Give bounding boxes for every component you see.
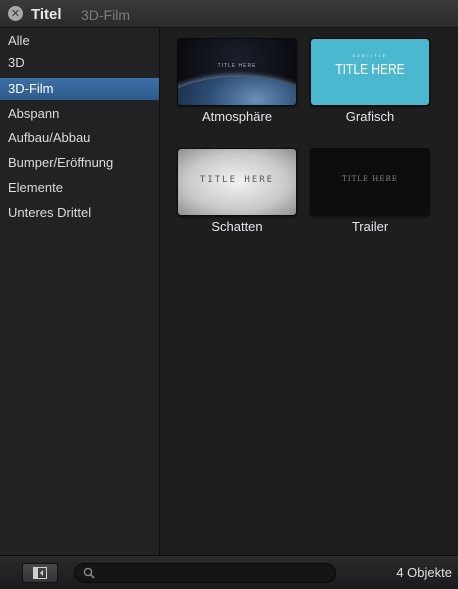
sidebar-item-label: Aufbau/Abbau	[8, 130, 91, 145]
tile-label: Schatten	[211, 219, 263, 234]
sidebar-item-label: Abspann	[8, 106, 60, 121]
close-icon: ✕	[10, 7, 21, 20]
sidebar-toggle-icon	[33, 567, 47, 579]
sidebar-item-aufbau-abbau[interactable]: Aufbau/Abbau	[0, 127, 159, 149]
sidebar-item-label: Alle	[8, 33, 30, 48]
atmosphaere-thumbnail[interactable]: TITLE HERE	[177, 38, 297, 106]
browser-footer: 4 Objekte	[0, 555, 458, 589]
schatten-thumbnail[interactable]: TITLE HERE	[177, 148, 297, 216]
title-tile-grafisch[interactable]: SUBTITLE TITLE HERE Grafisch	[310, 38, 430, 124]
sidebar-item-label: Elemente	[8, 180, 63, 195]
thumbnail-subtitle-text: SUBTITLE	[352, 53, 388, 58]
sidebar-item-label: Unteres Drittel	[8, 205, 92, 220]
grafisch-thumbnail[interactable]: SUBTITLE TITLE HERE	[310, 38, 430, 106]
trailer-thumbnail[interactable]: TITLE HERE	[310, 148, 430, 216]
sidebar-item-elemente[interactable]: Elemente	[0, 177, 159, 199]
sidebar-item-3d[interactable]: 3D	[0, 52, 159, 74]
thumbnail-title-text: TITLE HERE	[217, 63, 257, 69]
sidebar-item-label: Bumper/Eröffnung	[8, 155, 114, 170]
title-tile-trailer[interactable]: TITLE HERE Trailer	[310, 148, 430, 234]
title-grid: TITLE HERE Atmosphäre SUBTITLE TITLE HER…	[161, 28, 458, 555]
tile-label: Trailer	[351, 219, 389, 234]
thumbnail-title-text: TITLE HERE	[335, 61, 405, 78]
close-button[interactable]: ✕	[8, 6, 23, 21]
title-browser-window: ✕ Titel 3D-Film Alle 3D 3D-Film Abspann …	[0, 0, 458, 589]
thumbnail-title-text: TITLE HERE	[199, 175, 275, 185]
tile-label: Grafisch	[345, 109, 395, 124]
earth-image	[178, 77, 296, 105]
title-tile-schatten[interactable]: TITLE HERE Schatten	[177, 148, 297, 234]
search-input[interactable]	[101, 565, 330, 583]
header-subtitle: 3D-Film	[81, 7, 130, 23]
sidebar-item-unteres-drittel[interactable]: Unteres Drittel	[0, 202, 159, 224]
sidebar-item-label: 3D	[8, 55, 25, 70]
tile-label: Atmosphäre	[201, 109, 273, 124]
search-icon	[83, 567, 95, 579]
item-count: 4 Objekte	[396, 565, 452, 580]
thumbnail-title-text: TITLE HERE	[342, 175, 398, 183]
title-tile-atmosphaere[interactable]: TITLE HERE Atmosphäre	[177, 38, 297, 124]
category-sidebar: Alle 3D 3D-Film Abspann Aufbau/Abbau Bum…	[0, 28, 160, 555]
sidebar-item-label: 3D-Film	[8, 81, 54, 96]
sidebar-item-3d-film[interactable]: 3D-Film	[0, 78, 159, 100]
search-field[interactable]	[74, 563, 336, 583]
sidebar-item-alle[interactable]: Alle	[0, 30, 159, 52]
sidebar-item-bumper-eroeffnung[interactable]: Bumper/Eröffnung	[0, 152, 159, 174]
sidebar-item-abspann[interactable]: Abspann	[0, 103, 159, 125]
toggle-sidebar-button[interactable]	[22, 563, 58, 583]
header-title: Titel	[31, 6, 62, 23]
browser-header: ✕ Titel 3D-Film	[0, 0, 458, 28]
